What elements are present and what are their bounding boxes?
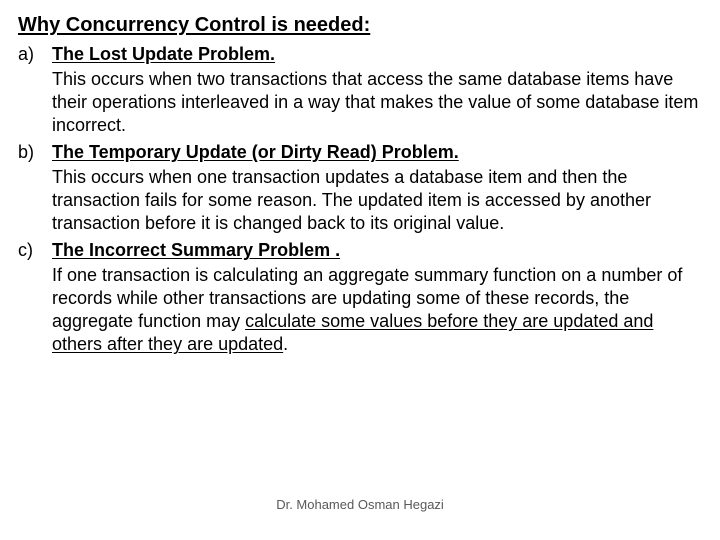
list-item: c) The Incorrect Summary Problem . If on… [18,239,702,356]
desc-post: . [283,334,288,354]
item-title: The Temporary Update (or Dirty Read) Pro… [52,141,702,164]
item-body: The Temporary Update (or Dirty Read) Pro… [52,141,702,235]
slide-footer: Dr. Mohamed Osman Hegazi [0,497,720,512]
slide-title: Why Concurrency Control is needed: [18,14,702,37]
item-marker: c) [18,239,52,356]
list-item: b) The Temporary Update (or Dirty Read) … [18,141,702,235]
item-marker: b) [18,141,52,235]
item-title: The Incorrect Summary Problem . [52,239,702,262]
item-description: This occurs when two transactions that a… [52,68,702,137]
list-item: a) The Lost Update Problem. This occurs … [18,43,702,137]
slide-content: Why Concurrency Control is needed: a) Th… [0,0,720,540]
item-title: The Lost Update Problem. [52,43,702,66]
item-body: The Lost Update Problem. This occurs whe… [52,43,702,137]
item-description: If one transaction is calculating an agg… [52,264,702,356]
item-description: This occurs when one transaction updates… [52,166,702,235]
item-marker: a) [18,43,52,137]
reason-list: a) The Lost Update Problem. This occurs … [18,43,702,356]
item-body: The Incorrect Summary Problem . If one t… [52,239,702,356]
